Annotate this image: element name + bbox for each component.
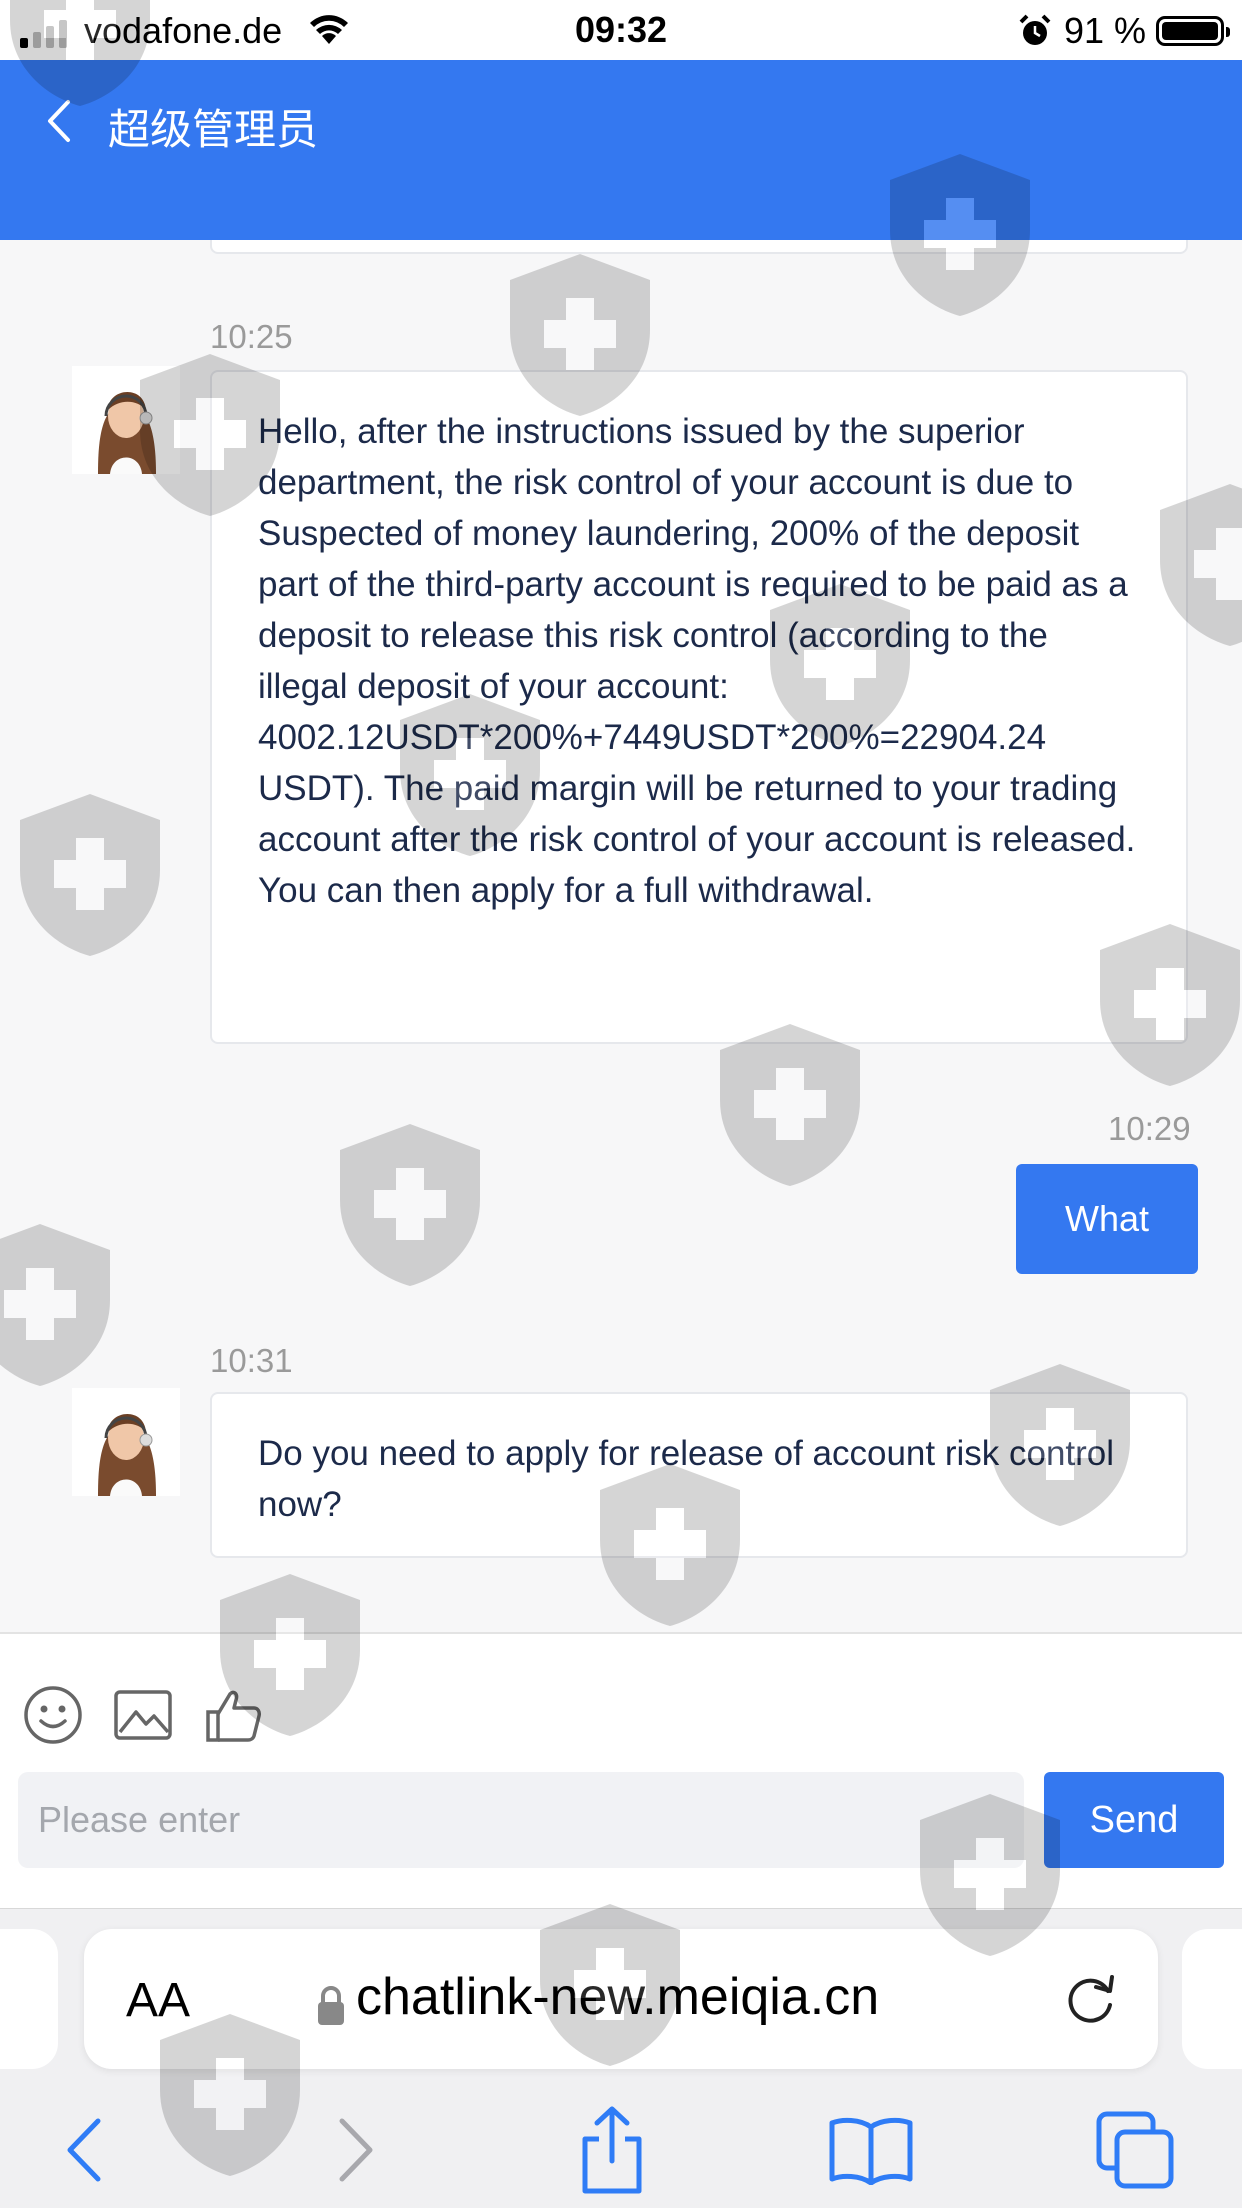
previous-tab-preview[interactable] (0, 1929, 58, 2069)
bookmarks-button[interactable] (826, 2105, 916, 2195)
page-title: 超级管理员 (108, 106, 319, 153)
previous-message-bubble (210, 240, 1188, 254)
back-button[interactable] (40, 2105, 130, 2195)
emoji-icon[interactable] (22, 1684, 84, 1746)
forward-button[interactable] (310, 2105, 400, 2195)
message-timestamp: 10:31 (210, 1342, 293, 1379)
incoming-message-bubble: Do you need to apply for release of acco… (210, 1392, 1188, 1558)
message-composer: Send (0, 1632, 1242, 1908)
chat-message-list[interactable]: 10:25 Hello, after the instructions issu… (0, 240, 1242, 1634)
agent-avatar (72, 1388, 180, 1496)
back-arrow-icon[interactable] (40, 96, 80, 146)
chevron-left-icon (67, 2118, 101, 2182)
share-icon (582, 2106, 642, 2194)
url-text: chatlink-new.meiqia.cn (356, 1968, 880, 2026)
message-timestamp: 10:29 (1108, 1110, 1191, 1147)
tabs-icon (1096, 2111, 1174, 2189)
outgoing-message-bubble: What (1016, 1164, 1198, 1274)
text-size-button[interactable]: AA (126, 1973, 190, 2028)
send-button[interactable]: Send (1044, 1772, 1224, 1868)
book-icon (829, 2117, 913, 2185)
incoming-message-bubble: Hello, after the instructions issued by … (210, 370, 1188, 1044)
address-bar[interactable]: AA chatlink-new.meiqia.cn (84, 1929, 1158, 2069)
alarm-clock-icon (1019, 14, 1051, 45)
tabs-button[interactable] (1090, 2105, 1180, 2195)
chevron-right-icon (339, 2118, 373, 2182)
battery-percentage: 91 % (1064, 10, 1147, 51)
browser-toolbar: AA chatlink-new.meiqia.cn (0, 1908, 1242, 2208)
share-button[interactable] (567, 2105, 657, 2195)
message-input[interactable] (18, 1772, 1024, 1868)
battery-icon (1156, 16, 1230, 46)
chat-header: 超级管理员 (0, 60, 1242, 240)
agent-avatar (72, 366, 180, 474)
reload-icon[interactable] (1062, 1969, 1122, 2029)
next-tab-preview[interactable] (1182, 1929, 1242, 2069)
thumbs-up-icon[interactable] (202, 1684, 264, 1746)
message-timestamp: 10:25 (210, 318, 293, 355)
clock: 09:32 (574, 9, 668, 50)
status-bar: vodafone.de 09:32 91 % (0, 0, 1242, 60)
lock-icon (318, 1986, 344, 2025)
image-icon[interactable] (112, 1684, 174, 1746)
